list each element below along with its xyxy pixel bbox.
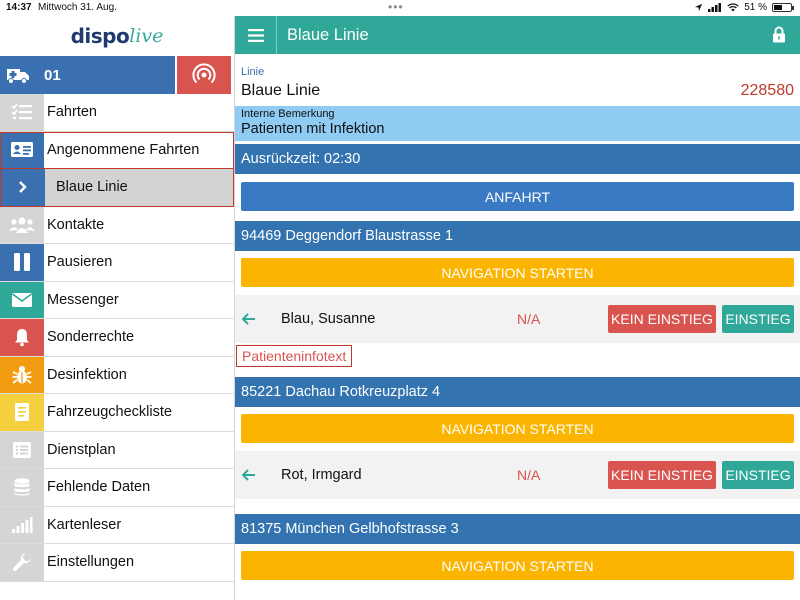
sidebar-item-label: Angenommene Fahrten bbox=[47, 141, 200, 158]
patient-info-button[interactable]: Patienteninfotext bbox=[236, 345, 353, 367]
kein-einstieg-button[interactable]: KEIN EINSTIEG bbox=[608, 461, 716, 489]
sidebar-item-einstellungen[interactable]: Einstellungen bbox=[0, 544, 234, 582]
remark-text: Patienten mit Infektion bbox=[241, 121, 385, 137]
sidebar-item-kartenleser[interactable]: Kartenleser bbox=[0, 506, 234, 544]
signal-icon bbox=[708, 3, 722, 12]
bug-icon bbox=[0, 356, 44, 393]
einstieg-button[interactable]: EINSTIEG bbox=[722, 461, 794, 489]
arrow-left-icon[interactable] bbox=[235, 309, 263, 330]
sidebar-item-desinfektion[interactable]: Desinfektion bbox=[0, 356, 234, 394]
passenger-row: Blau, Susanne N/A KEIN EINSTIEG EINSTIEG bbox=[235, 295, 800, 343]
database-icon bbox=[0, 469, 44, 506]
kein-einstieg-button[interactable]: KEIN EINSTIEG bbox=[608, 305, 716, 333]
sidebar-item-messenger[interactable]: Messenger bbox=[0, 281, 234, 319]
sidebar-item-dienstplan[interactable]: Dienstplan bbox=[0, 431, 234, 469]
sidebar-item-fehlende-daten[interactable]: Fehlende Daten bbox=[0, 469, 234, 507]
anfahrt-button[interactable]: ANFAHRT bbox=[241, 182, 794, 211]
sidebar-item-label: Dienstplan bbox=[47, 441, 116, 458]
remark-label: Interne Bemerkung bbox=[241, 108, 335, 120]
stop-address: 85221 Dachau Rotkreuzplatz 4 bbox=[241, 384, 441, 400]
location-arrow-icon bbox=[695, 3, 703, 12]
passenger-status: N/A bbox=[517, 311, 541, 327]
notepad-icon bbox=[0, 394, 44, 431]
logo-dispo: dispo bbox=[70, 24, 130, 48]
chevron-right-icon bbox=[1, 169, 45, 206]
bell-icon bbox=[0, 319, 44, 356]
users-icon bbox=[0, 206, 44, 243]
main-panel: Blaue Linie Linie Blaue Linie 228580 Int… bbox=[235, 16, 800, 600]
checklist-icon bbox=[0, 94, 44, 131]
departure-time: Ausrückzeit: 02:30 bbox=[241, 151, 361, 167]
status-time: 14:37 bbox=[6, 2, 32, 13]
stop-address-bar: 85221 Dachau Rotkreuzplatz 4 bbox=[235, 377, 800, 407]
hamburger-icon[interactable] bbox=[235, 16, 277, 54]
sidebar-item-kontakte[interactable]: Kontakte bbox=[0, 206, 234, 244]
wifi-icon bbox=[727, 3, 739, 12]
passenger-name: Blau, Susanne bbox=[281, 311, 376, 327]
stop-address-bar: 81375 München Gelbhofstrasse 3 bbox=[235, 514, 800, 544]
navigation-start-button[interactable]: NAVIGATION STARTEN bbox=[241, 258, 794, 287]
radio-signal-button[interactable] bbox=[177, 56, 231, 94]
navigation-start-button[interactable]: NAVIGATION STARTEN bbox=[241, 551, 794, 580]
vehicle-number: 01 bbox=[44, 66, 61, 84]
envelope-icon bbox=[0, 281, 44, 318]
id-card-icon bbox=[0, 131, 44, 168]
battery-icon bbox=[772, 3, 794, 12]
multitasking-dots-icon[interactable]: ••• bbox=[388, 0, 404, 14]
sidebar-item-label: Kontakte bbox=[47, 216, 105, 233]
status-date: Mittwoch 31. Aug. bbox=[38, 2, 117, 13]
page-title: Blaue Linie bbox=[287, 25, 369, 44]
vehicle-selector[interactable]: 01 bbox=[0, 56, 175, 94]
linie-row: Blaue Linie 228580 bbox=[235, 78, 800, 106]
sidebar-item-label: Pausieren bbox=[47, 254, 113, 271]
logo-live: live bbox=[129, 25, 164, 47]
sidebar-item-label: Fahrten bbox=[47, 104, 97, 121]
wrench-icon bbox=[0, 544, 44, 581]
status-bar: 14:37 Mittwoch 31. Aug. ••• 51 % bbox=[0, 0, 800, 16]
lock-icon[interactable] bbox=[772, 26, 786, 46]
sidebar-subitem-blaue-linie[interactable]: Blaue Linie bbox=[0, 169, 234, 207]
app-logo: dispo live bbox=[0, 16, 234, 56]
ambulance-icon bbox=[0, 56, 36, 94]
sidebar-item-label: Fehlende Daten bbox=[47, 479, 151, 496]
patient-info-row: Patienteninfotext bbox=[235, 343, 800, 371]
sidebar-item-label: Messenger bbox=[47, 291, 119, 308]
stop-address: 81375 München Gelbhofstrasse 3 bbox=[241, 521, 459, 537]
navigation-start-button[interactable]: NAVIGATION STARTEN bbox=[241, 414, 794, 443]
vehicle-row: 01 bbox=[0, 56, 234, 94]
sidebar-item-label: Sonderrechte bbox=[47, 329, 135, 346]
einstieg-button[interactable]: EINSTIEG bbox=[722, 305, 794, 333]
sidebar-item-fahrten[interactable]: Fahrten bbox=[0, 94, 234, 132]
linie-number: 228580 bbox=[740, 82, 794, 99]
linie-label: Linie bbox=[241, 66, 265, 78]
sidebar-subitem-label: Blaue Linie bbox=[56, 179, 128, 196]
sidebar-item-label: Fahrzeugcheckliste bbox=[47, 404, 172, 421]
passenger-name: Rot, Irmgard bbox=[281, 467, 362, 483]
linie-name: Blaue Linie bbox=[241, 82, 321, 99]
radio-signal-icon bbox=[192, 63, 216, 84]
sidebar-item-angenommene-fahrten[interactable]: Angenommene Fahrten bbox=[0, 131, 234, 169]
pause-icon bbox=[0, 244, 44, 281]
top-bar: Blaue Linie bbox=[235, 16, 800, 54]
internal-remark: Interne Bemerkung Patienten mit Infektio… bbox=[235, 106, 800, 141]
battery-percent: 51 % bbox=[744, 2, 767, 13]
sidebar-item-sonderrechte[interactable]: Sonderrechte bbox=[0, 319, 234, 357]
passenger-row: Rot, Irmgard N/A KEIN EINSTIEG EINSTIEG bbox=[235, 451, 800, 499]
sidebar-item-pausieren[interactable]: Pausieren bbox=[0, 244, 234, 282]
arrow-left-icon[interactable] bbox=[235, 465, 263, 486]
sidebar-item-label: Einstellungen bbox=[47, 554, 135, 571]
departure-time-bar: Ausrückzeit: 02:30 bbox=[235, 144, 800, 174]
signal-bars-icon bbox=[0, 506, 44, 543]
sidebar: dispo live 01 Fahrten Angenommene Fahrten… bbox=[0, 16, 235, 600]
stop-address-bar: 94469 Deggendorf Blaustrasse 1 bbox=[235, 221, 800, 251]
passenger-status: N/A bbox=[517, 467, 541, 483]
stop-address: 94469 Deggendorf Blaustrasse 1 bbox=[241, 228, 454, 244]
sidebar-item-label: Desinfektion bbox=[47, 366, 127, 383]
sidebar-item-fahrzeugcheckliste[interactable]: Fahrzeugcheckliste bbox=[0, 394, 234, 432]
sidebar-item-label: Kartenleser bbox=[47, 516, 122, 533]
list-icon bbox=[0, 431, 44, 468]
